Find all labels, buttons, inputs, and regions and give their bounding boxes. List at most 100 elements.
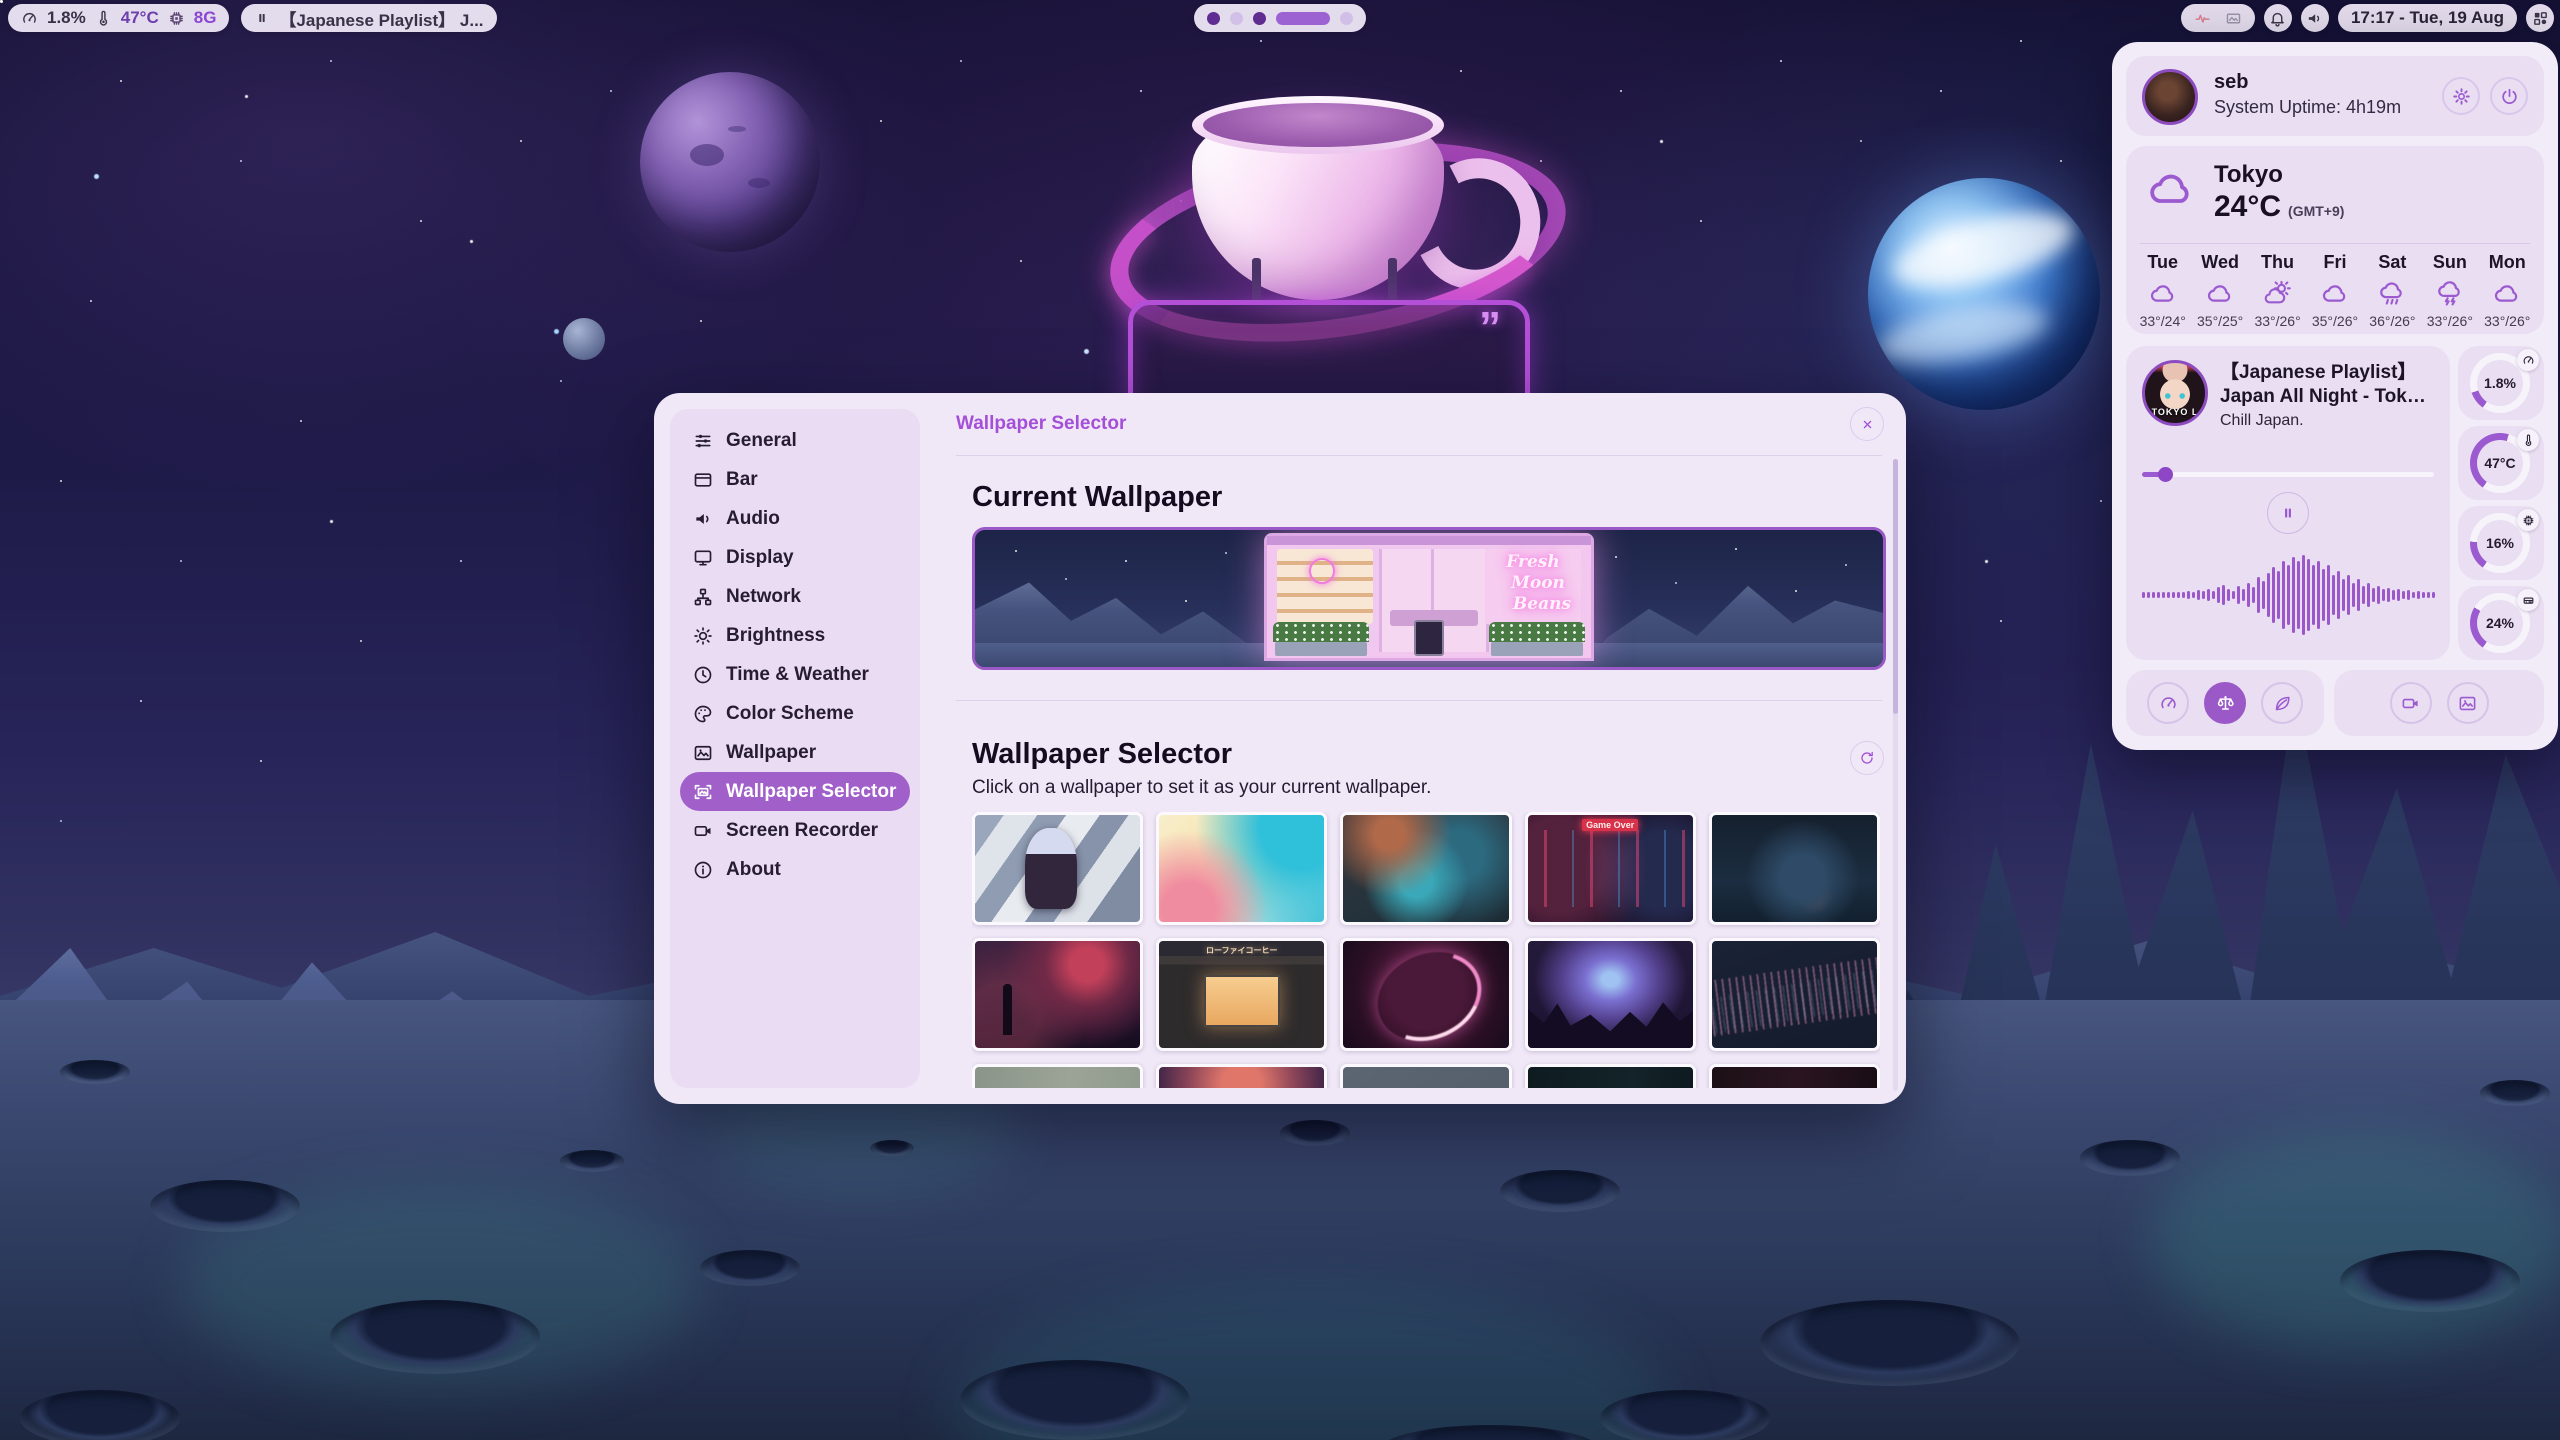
wallpaper-thumbnail-light-ring[interactable] [1340,938,1511,1051]
sidebar-item-label: Network [726,586,801,608]
weather-cloud-icon [2140,164,2202,212]
earth-planet [1868,178,2100,410]
workspace-dot-occupied[interactable] [1253,12,1266,25]
screen-record-button[interactable] [2390,682,2432,724]
system-stats-pill[interactable]: 1.8% 47°C 8G [8,4,229,32]
crater [1760,1300,2020,1386]
workspace-dot-empty[interactable] [1340,12,1353,25]
workspace-indicator[interactable] [1194,4,1366,32]
workspace-dot-active[interactable] [1276,12,1330,25]
wallpaper-thumbnail-coral-trees[interactable] [1156,1064,1327,1088]
sidebar-item-time-weather[interactable]: Time & Weather [680,655,910,694]
sidebar-item-label: Time & Weather [726,664,869,686]
avatar [2142,69,2198,125]
power-button[interactable] [2490,77,2528,115]
sidebar-item-label: Audio [726,508,780,530]
sidebar-item-display[interactable]: Display [680,538,910,577]
sidebar-item-color-scheme[interactable]: Color Scheme [680,694,910,733]
close-button[interactable] [1850,407,1884,441]
powersave-profile-button[interactable] [2261,682,2303,724]
crater [20,1390,180,1440]
wallpaper-thumbnail-arcade[interactable]: Game Over [1525,812,1696,925]
forecast-day: Tue33°/24° [2134,252,2191,324]
sidebar-item-brightness[interactable]: Brightness [680,616,910,655]
wallpaper-thumbnail-blur-abstract[interactable] [1340,812,1511,925]
wallpaper-grid-viewport: Game Over ローファイコーヒー [972,812,1880,1088]
tune-icon [693,431,713,451]
video-camera-icon [2401,694,2420,713]
forecast-day: Sat36°/26° [2364,252,2421,324]
refresh-button[interactable] [1850,741,1884,775]
media-progress-slider[interactable] [2142,467,2434,482]
small-moon [563,318,605,360]
forecast-day: Fri35°/26° [2306,252,2363,324]
album-art: TOKYO L [2142,360,2208,426]
cafe-neon-logo [1309,558,1335,584]
media-subtitle: Chill Japan. [2220,412,2304,430]
play-pause-button[interactable] [2267,492,2309,534]
wallpaper-tool-button[interactable] [2447,682,2489,724]
crater [2080,1140,2180,1176]
wallpaper-selector-icon [693,782,713,802]
notifications-button[interactable] [2264,4,2292,32]
media-pill[interactable]: 【Japanese Playlist】 J... [241,4,496,32]
screenshot-tray-icon[interactable] [2225,10,2242,27]
current-wallpaper-preview[interactable]: Fresh Moon Beans [972,527,1886,670]
settings-button[interactable] [2442,77,2480,115]
wallpaper-thumbnail-grey-blue[interactable] [1340,1064,1511,1088]
clock-icon [693,665,713,685]
system-uptime: System Uptime: 4h19m [2214,97,2401,118]
clock-pill[interactable]: 17:17 - Tue, 19 Aug [2338,4,2517,32]
wallpaper-thumbnail-anime-girl[interactable] [972,812,1143,925]
sidebar-item-audio[interactable]: Audio [680,499,910,538]
volume-button[interactable] [2301,4,2329,32]
gear-icon [2452,87,2471,106]
dashboard-button[interactable] [2526,4,2554,32]
divider [2140,243,2530,244]
crater [560,1150,624,1172]
slider-thumb[interactable] [2158,467,2173,482]
media-title: 【Japanese Playlist】 Japan All Night - To… [2220,361,2436,409]
cloud-icon [2149,279,2177,307]
crater [2480,1080,2550,1106]
sidebar-item-general[interactable]: General [680,421,910,460]
info-icon [693,860,713,880]
wallpaper-thumbnail-pastel[interactable] [1156,812,1327,925]
rain-icon [2378,279,2406,307]
wallpaper-thumbnail-dark-ruins[interactable] [1709,812,1880,925]
sidebar-item-wallpaper-selector[interactable]: Wallpaper Selector [680,772,910,811]
workspace-dot-empty[interactable] [1230,12,1243,25]
thermometer-icon [95,10,112,27]
wallpaper-thumbnail-wire-wave[interactable] [1709,938,1880,1051]
balanced-profile-button[interactable] [2204,682,2246,724]
memory-gauge-card: 16% [2458,506,2544,580]
sidebar-item-screen-recorder[interactable]: Screen Recorder [680,811,910,850]
sidebar-item-about[interactable]: About [680,850,910,889]
disk-icon [2517,589,2539,611]
cafe-neon-text: Fresh Moon Beans [1487,552,1579,615]
media-player-card: TOKYO L 【Japanese Playlist】 Japan All Ni… [2126,346,2450,660]
workspace-dot-occupied[interactable] [1207,12,1220,25]
wallpaper-thumbnail-sage[interactable] [972,1064,1143,1088]
system-tray[interactable] [2181,4,2255,32]
sidebar-item-bar[interactable]: Bar [680,460,910,499]
leaf-icon [2273,694,2292,713]
wallpaper-thumbnail-coffee-shop[interactable]: ローファイコーヒー [1156,938,1327,1051]
window-title: Wallpaper Selector [956,413,1126,435]
wallpaper-thumbnail-dark-maroon[interactable] [1709,1064,1880,1088]
wallpaper-thumbnail-nebula-forest[interactable] [1525,938,1696,1051]
performance-profile-button[interactable] [2147,682,2189,724]
sidebar-item-network[interactable]: Network [680,577,910,616]
preview-cafe: Fresh Moon Beans [1264,533,1594,661]
window-scrollbar[interactable] [1893,459,1898,1091]
sidebar-item-w allpaper[interactable]: Wallpaper [680,733,910,772]
display-icon [693,548,713,568]
forecast-day: Sun33°/26° [2421,252,2478,324]
sun-cloud-icon [2264,279,2292,307]
crater [1600,1390,1770,1440]
volume-icon [2306,10,2323,27]
sidebar-item-label: Wallpaper [726,742,816,764]
wallpaper-thumbnail-dark-teal[interactable] [1525,1064,1696,1088]
activity-tray-icon[interactable] [2194,10,2211,27]
wallpaper-thumbnail-crimson-forest[interactable] [972,938,1143,1051]
